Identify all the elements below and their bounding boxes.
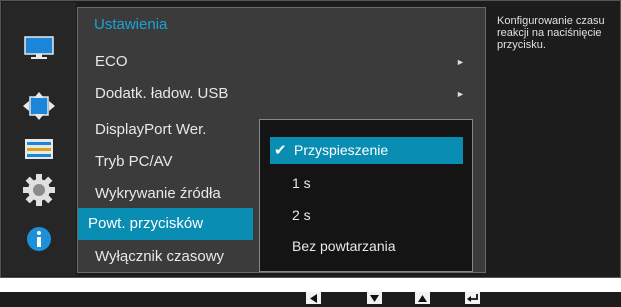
osd-window: Ustawienia ECO ► Dodatk. ładow. USB ► Di…: [0, 0, 621, 278]
enter-key-icon: [465, 292, 480, 304]
menu-item-usb-charging[interactable]: Dodatk. ładow. USB ►: [78, 78, 478, 110]
up-arrow-key-icon: [415, 292, 430, 304]
check-icon: ✔: [274, 142, 287, 159]
option-1s[interactable]: 1 s: [270, 170, 463, 197]
option-acceleration[interactable]: ✔ Przyspieszenie: [270, 137, 463, 164]
help-description: Konfigurowanie czasu reakcji na naciśnię…: [497, 15, 605, 51]
menu-title: Ustawienia: [94, 16, 168, 33]
key-repeat-submenu: ✔ Przyspieszenie 1 s 2 s Bez powtarzania: [259, 119, 473, 272]
menu-item-label: Dodatk. ładow. USB: [95, 85, 229, 102]
gear-icon[interactable]: [2, 172, 76, 208]
monitor-icon[interactable]: [2, 30, 76, 66]
option-no-repeat[interactable]: Bez powtarzania: [270, 233, 463, 260]
menu-item-label: Tryb PC/AV: [95, 153, 173, 170]
menu-item-label: ECO: [95, 53, 128, 70]
option-label: 2 s: [292, 207, 311, 223]
option-label: 1 s: [292, 175, 311, 191]
submenu-arrow-icon: ►: [456, 89, 465, 99]
info-icon[interactable]: [2, 221, 76, 257]
menu-item-label: DisplayPort Wer.: [95, 121, 207, 138]
resize-arrows-icon[interactable]: [2, 88, 76, 124]
navigation-guide-bar: [0, 292, 621, 307]
menu-item-label: Wyłącznik czasowy: [95, 248, 225, 265]
option-label: Przyspieszenie: [294, 142, 389, 158]
left-arrow-key-icon: [306, 292, 321, 304]
menu-item-key-repeat[interactable]: Powt. przycisków: [78, 208, 253, 240]
category-icon-bar: [2, 2, 76, 276]
settings-list-icon[interactable]: [2, 131, 76, 167]
option-2s[interactable]: 2 s: [270, 202, 463, 229]
down-arrow-key-icon: [367, 292, 382, 304]
menu-item-label: Powt. przycisków: [88, 215, 204, 232]
menu-item-label: Wykrywanie źródła: [95, 185, 221, 202]
option-label: Bez powtarzania: [292, 238, 396, 254]
submenu-arrow-icon: ►: [456, 57, 465, 67]
menu-item-eco[interactable]: ECO ►: [78, 46, 478, 78]
